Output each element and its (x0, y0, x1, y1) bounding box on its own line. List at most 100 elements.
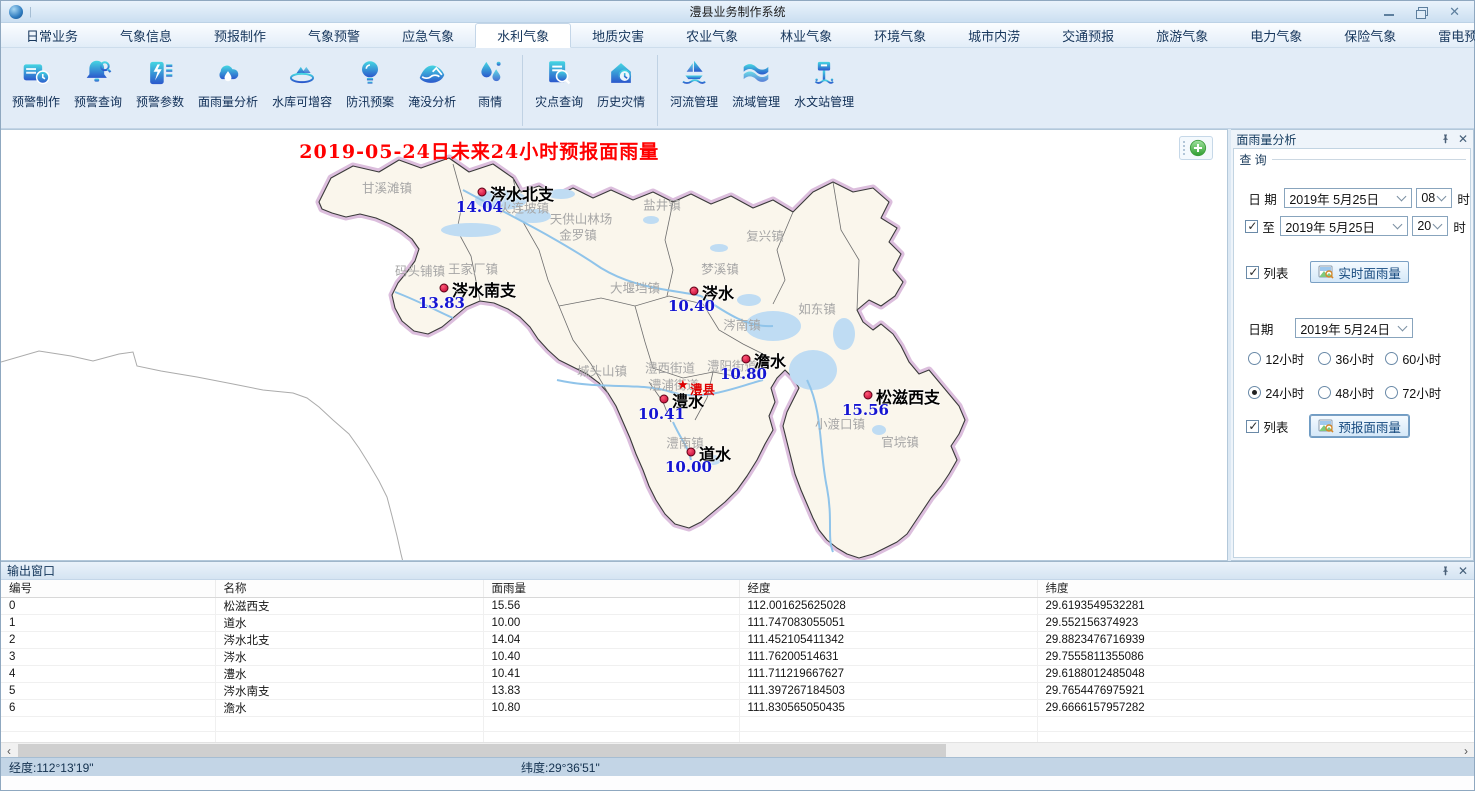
menu-item-雷电预警[interactable]: 雷电预警 (1417, 23, 1475, 47)
menu-item-日常业务[interactable]: 日常业务 (5, 23, 99, 47)
forecast-list-checkbox[interactable] (1246, 420, 1259, 433)
radio-36小时[interactable]: 36小时 (1318, 349, 1385, 368)
close-icon[interactable]: ✕ (1449, 5, 1460, 18)
pin-icon[interactable] (1441, 133, 1450, 145)
column-header-经度[interactable]: 经度 (739, 580, 1037, 597)
table-cell (483, 731, 739, 742)
date-label: 日 期 (1248, 189, 1284, 208)
table-row[interactable]: 5涔水南支13.83111.39726718450329.76544769759… (1, 682, 1474, 699)
station-dot[interactable] (478, 188, 487, 197)
start-date-select[interactable]: 2019年 5月25日 (1284, 188, 1412, 208)
toolbar-button-水库可增容[interactable]: 水库可增容 (265, 53, 339, 113)
column-header-编号[interactable]: 编号 (1, 580, 215, 597)
column-header-纬度[interactable]: 纬度 (1037, 580, 1474, 597)
table-row[interactable]: 4澧水10.41111.71121966762729.6188012485048 (1, 665, 1474, 682)
menu-item-气象预警[interactable]: 气象预警 (287, 23, 381, 47)
column-header-面雨量[interactable]: 面雨量 (483, 580, 739, 597)
toolbar-button-预警制作[interactable]: 预警制作 (5, 53, 67, 113)
table-row[interactable]: 3涔水10.40111.7620051463129.7555811355086 (1, 648, 1474, 665)
station-dot[interactable] (690, 287, 699, 296)
forecast-area-rain-button[interactable]: 预报面雨量 (1310, 415, 1409, 437)
reservoir-capacity-icon (286, 56, 318, 90)
radio-24小时[interactable]: 24小时 (1248, 383, 1318, 402)
toolbar-button-灾点查询[interactable]: 灾点查询 (528, 53, 590, 113)
station-value: 10.00 (665, 458, 712, 476)
toolbar-button-河流管理[interactable]: 河流管理 (663, 53, 725, 113)
menu-item-气象信息[interactable]: 气象信息 (99, 23, 193, 47)
radio-60小时[interactable]: 60小时 (1385, 349, 1466, 368)
menu-item-旅游气象[interactable]: 旅游气象 (1135, 23, 1229, 47)
station-dot[interactable] (660, 395, 669, 404)
restore-icon[interactable] (1416, 7, 1427, 17)
realtime-area-rain-button[interactable]: 实时面雨量 (1310, 261, 1409, 283)
table-cell: 涔水南支 (215, 682, 483, 699)
toolbar-label: 河流管理 (670, 93, 718, 110)
table-row[interactable]: 6澹水10.80111.83056505043529.6666157957282 (1, 699, 1474, 716)
menu-item-预报制作[interactable]: 预报制作 (193, 23, 287, 47)
output-table: 编号名称面雨量经度纬度 0松滋西支15.56112.00162562502829… (1, 580, 1474, 742)
scrollbar-thumb[interactable] (18, 744, 946, 757)
table-cell (215, 731, 483, 742)
radio-48小时[interactable]: 48小时 (1318, 383, 1385, 402)
station-dot[interactable] (440, 284, 449, 293)
table-cell: 14.04 (483, 631, 739, 648)
menu-item-城市内涝[interactable]: 城市内涝 (947, 23, 1041, 47)
toolbar-button-雨情[interactable]: 雨情 (463, 53, 517, 113)
map-label-layer: 甘溪滩镇火连坡镇天供山林场金罗镇盐井镇复兴镇码头铺镇王家厂镇大堰垱镇梦溪镇涔南镇… (1, 130, 1227, 560)
scroll-left-icon[interactable]: ‹ (1, 743, 17, 758)
station-dot[interactable] (687, 448, 696, 457)
toolbar-button-水文站管理[interactable]: 水文站管理 (787, 53, 861, 113)
list-checkbox[interactable] (1246, 266, 1259, 279)
pin-icon[interactable] (1441, 565, 1450, 577)
minimize-icon[interactable] (1384, 8, 1394, 16)
column-header-名称[interactable]: 名称 (215, 580, 483, 597)
toolbar-button-防汛预案[interactable]: 防汛预案 (339, 53, 401, 113)
radio-icon (1385, 386, 1398, 399)
scroll-right-icon[interactable]: › (1458, 743, 1474, 758)
toolbar-button-历史灾情[interactable]: 历史灾情 (590, 53, 652, 113)
table-cell: 111.76200514631 (739, 648, 1037, 665)
alert-query-icon (82, 56, 114, 90)
toolbar-button-淹没分析[interactable]: 淹没分析 (401, 53, 463, 113)
output-close-icon[interactable]: ✕ (1458, 564, 1468, 578)
forecast-date-select[interactable]: 2019年 5月24日 (1295, 318, 1413, 338)
menu-item-交通预报[interactable]: 交通预报 (1041, 23, 1135, 47)
menu-item-水利气象[interactable]: 水利气象 (475, 23, 571, 48)
end-time-checkbox[interactable] (1245, 220, 1258, 233)
station-dot[interactable] (742, 355, 751, 364)
toolbar-button-面雨量分析[interactable]: 面雨量分析 (191, 53, 265, 113)
horizontal-scrollbar[interactable]: ‹ › (1, 742, 1474, 758)
start-hour-select[interactable]: 08 (1416, 188, 1452, 208)
station-dot[interactable] (864, 391, 873, 400)
radio-12小时[interactable]: 12小时 (1248, 349, 1318, 368)
menu-item-保险气象[interactable]: 保险气象 (1323, 23, 1417, 47)
station-value: 15.56 (842, 401, 889, 419)
end-hour-select[interactable]: 20 (1412, 216, 1448, 236)
map-add-button[interactable] (1179, 136, 1213, 160)
table-row[interactable]: 0松滋西支15.56112.00162562502829.61935495322… (1, 597, 1474, 614)
town-label: 复兴镇 (746, 226, 784, 245)
table-row[interactable]: 1道水10.00111.74708305505129.552156374923 (1, 614, 1474, 631)
drag-grip-icon (1183, 141, 1186, 155)
toolbar-button-预警参数[interactable]: 预警参数 (129, 53, 191, 113)
table-cell: 29.6188012485048 (1037, 665, 1474, 682)
status-bar: 经度:112°13'19" 纬度:29°36'51" (1, 757, 1474, 776)
menu-item-电力气象[interactable]: 电力气象 (1229, 23, 1323, 47)
end-date-select[interactable]: 2019年 5月25日 (1280, 216, 1408, 236)
toolbar-button-流域管理[interactable]: 流域管理 (725, 53, 787, 113)
toolbar-button-预警查询[interactable]: 预警查询 (67, 53, 129, 113)
menu-item-环境气象[interactable]: 环境气象 (853, 23, 947, 47)
start-time-row: 日 期 2019年 5月25日 08 时 (1234, 187, 1470, 209)
menu-item-林业气象[interactable]: 林业气象 (759, 23, 853, 47)
panel-close-icon[interactable]: ✕ (1458, 132, 1468, 146)
alert-compose-icon (20, 56, 52, 90)
menu-item-应急气象[interactable]: 应急气象 (381, 23, 475, 47)
menu-item-地质灾害[interactable]: 地质灾害 (571, 23, 665, 47)
output-table-body: 0松滋西支15.56112.00162562502829.61935495322… (1, 597, 1474, 742)
toolbar-label: 历史灾情 (597, 93, 645, 110)
radio-72小时[interactable]: 72小时 (1385, 383, 1466, 402)
table-row[interactable]: 2涔水北支14.04111.45210541134229.88234767169… (1, 631, 1474, 648)
radio-icon (1318, 386, 1331, 399)
menu-item-农业气象[interactable]: 农业气象 (665, 23, 759, 47)
toolbar-label: 淹没分析 (408, 93, 456, 110)
